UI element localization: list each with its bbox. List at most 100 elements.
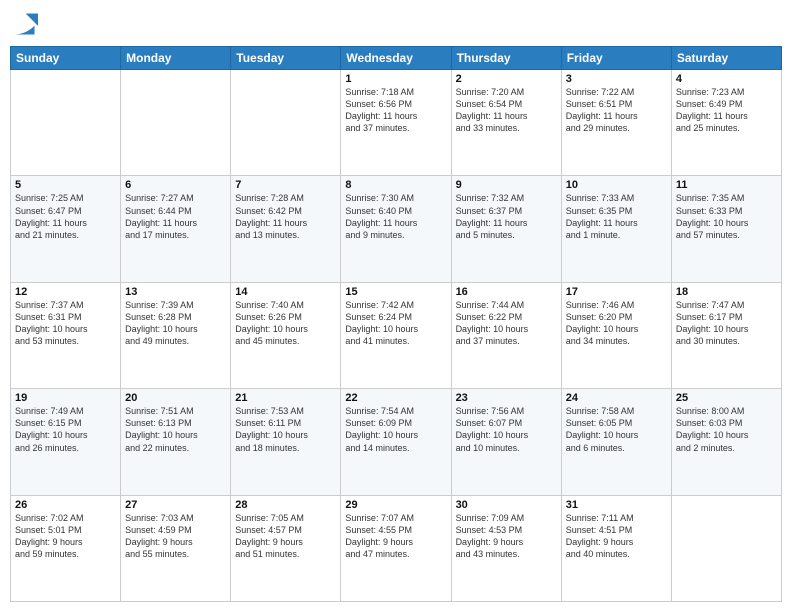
weekday-header-thursday: Thursday <box>451 47 561 70</box>
calendar-cell: 26Sunrise: 7:02 AM Sunset: 5:01 PM Dayli… <box>11 495 121 601</box>
day-number: 28 <box>235 499 336 511</box>
day-info: Sunrise: 7:56 AM Sunset: 6:07 PM Dayligh… <box>456 405 557 454</box>
day-info: Sunrise: 7:49 AM Sunset: 6:15 PM Dayligh… <box>15 405 116 454</box>
day-number: 26 <box>15 499 116 511</box>
day-number: 5 <box>15 179 116 191</box>
calendar-cell: 19Sunrise: 7:49 AM Sunset: 6:15 PM Dayli… <box>11 389 121 495</box>
day-info: Sunrise: 7:11 AM Sunset: 4:51 PM Dayligh… <box>566 512 667 561</box>
day-number: 14 <box>235 286 336 298</box>
day-number: 17 <box>566 286 667 298</box>
day-info: Sunrise: 7:03 AM Sunset: 4:59 PM Dayligh… <box>125 512 226 561</box>
day-number: 8 <box>345 179 446 191</box>
calendar-cell: 29Sunrise: 7:07 AM Sunset: 4:55 PM Dayli… <box>341 495 451 601</box>
day-info: Sunrise: 7:39 AM Sunset: 6:28 PM Dayligh… <box>125 299 226 348</box>
calendar-cell: 18Sunrise: 7:47 AM Sunset: 6:17 PM Dayli… <box>671 282 781 388</box>
day-number: 20 <box>125 392 226 404</box>
day-info: Sunrise: 7:23 AM Sunset: 6:49 PM Dayligh… <box>676 86 777 135</box>
day-info: Sunrise: 8:00 AM Sunset: 6:03 PM Dayligh… <box>676 405 777 454</box>
calendar-cell: 24Sunrise: 7:58 AM Sunset: 6:05 PM Dayli… <box>561 389 671 495</box>
day-number: 24 <box>566 392 667 404</box>
weekday-header-wednesday: Wednesday <box>341 47 451 70</box>
calendar-week-row: 12Sunrise: 7:37 AM Sunset: 6:31 PM Dayli… <box>11 282 782 388</box>
day-number: 2 <box>456 73 557 85</box>
calendar-cell: 13Sunrise: 7:39 AM Sunset: 6:28 PM Dayli… <box>121 282 231 388</box>
day-number: 29 <box>345 499 446 511</box>
calendar-table: SundayMondayTuesdayWednesdayThursdayFrid… <box>10 46 782 602</box>
calendar-cell <box>671 495 781 601</box>
day-info: Sunrise: 7:58 AM Sunset: 6:05 PM Dayligh… <box>566 405 667 454</box>
calendar-cell: 2Sunrise: 7:20 AM Sunset: 6:54 PM Daylig… <box>451 70 561 176</box>
day-number: 18 <box>676 286 777 298</box>
day-number: 15 <box>345 286 446 298</box>
logo-icon <box>10 10 38 38</box>
day-number: 12 <box>15 286 116 298</box>
calendar-cell: 6Sunrise: 7:27 AM Sunset: 6:44 PM Daylig… <box>121 176 231 282</box>
calendar-week-row: 19Sunrise: 7:49 AM Sunset: 6:15 PM Dayli… <box>11 389 782 495</box>
day-info: Sunrise: 7:37 AM Sunset: 6:31 PM Dayligh… <box>15 299 116 348</box>
calendar-week-row: 26Sunrise: 7:02 AM Sunset: 5:01 PM Dayli… <box>11 495 782 601</box>
calendar-cell <box>11 70 121 176</box>
calendar-week-row: 1Sunrise: 7:18 AM Sunset: 6:56 PM Daylig… <box>11 70 782 176</box>
calendar-cell: 28Sunrise: 7:05 AM Sunset: 4:57 PM Dayli… <box>231 495 341 601</box>
day-number: 11 <box>676 179 777 191</box>
calendar-cell: 11Sunrise: 7:35 AM Sunset: 6:33 PM Dayli… <box>671 176 781 282</box>
day-info: Sunrise: 7:09 AM Sunset: 4:53 PM Dayligh… <box>456 512 557 561</box>
weekday-header-friday: Friday <box>561 47 671 70</box>
day-info: Sunrise: 7:51 AM Sunset: 6:13 PM Dayligh… <box>125 405 226 454</box>
day-info: Sunrise: 7:30 AM Sunset: 6:40 PM Dayligh… <box>345 192 446 241</box>
weekday-header-sunday: Sunday <box>11 47 121 70</box>
calendar-cell: 7Sunrise: 7:28 AM Sunset: 6:42 PM Daylig… <box>231 176 341 282</box>
page: SundayMondayTuesdayWednesdayThursdayFrid… <box>0 0 792 612</box>
day-info: Sunrise: 7:02 AM Sunset: 5:01 PM Dayligh… <box>15 512 116 561</box>
calendar-week-row: 5Sunrise: 7:25 AM Sunset: 6:47 PM Daylig… <box>11 176 782 282</box>
calendar-cell: 25Sunrise: 8:00 AM Sunset: 6:03 PM Dayli… <box>671 389 781 495</box>
calendar-cell: 30Sunrise: 7:09 AM Sunset: 4:53 PM Dayli… <box>451 495 561 601</box>
day-info: Sunrise: 7:20 AM Sunset: 6:54 PM Dayligh… <box>456 86 557 135</box>
calendar-cell: 27Sunrise: 7:03 AM Sunset: 4:59 PM Dayli… <box>121 495 231 601</box>
day-number: 21 <box>235 392 336 404</box>
day-info: Sunrise: 7:40 AM Sunset: 6:26 PM Dayligh… <box>235 299 336 348</box>
calendar-cell: 23Sunrise: 7:56 AM Sunset: 6:07 PM Dayli… <box>451 389 561 495</box>
day-number: 27 <box>125 499 226 511</box>
day-number: 1 <box>345 73 446 85</box>
day-number: 4 <box>676 73 777 85</box>
day-number: 22 <box>345 392 446 404</box>
calendar-cell: 1Sunrise: 7:18 AM Sunset: 6:56 PM Daylig… <box>341 70 451 176</box>
day-number: 23 <box>456 392 557 404</box>
day-info: Sunrise: 7:22 AM Sunset: 6:51 PM Dayligh… <box>566 86 667 135</box>
weekday-header-monday: Monday <box>121 47 231 70</box>
day-info: Sunrise: 7:53 AM Sunset: 6:11 PM Dayligh… <box>235 405 336 454</box>
day-info: Sunrise: 7:25 AM Sunset: 6:47 PM Dayligh… <box>15 192 116 241</box>
day-number: 3 <box>566 73 667 85</box>
header <box>10 10 782 38</box>
day-number: 16 <box>456 286 557 298</box>
day-info: Sunrise: 7:35 AM Sunset: 6:33 PM Dayligh… <box>676 192 777 241</box>
day-info: Sunrise: 7:46 AM Sunset: 6:20 PM Dayligh… <box>566 299 667 348</box>
day-number: 31 <box>566 499 667 511</box>
day-number: 25 <box>676 392 777 404</box>
weekday-header-row: SundayMondayTuesdayWednesdayThursdayFrid… <box>11 47 782 70</box>
calendar-cell <box>231 70 341 176</box>
calendar-cell: 5Sunrise: 7:25 AM Sunset: 6:47 PM Daylig… <box>11 176 121 282</box>
calendar-cell: 20Sunrise: 7:51 AM Sunset: 6:13 PM Dayli… <box>121 389 231 495</box>
day-number: 6 <box>125 179 226 191</box>
day-info: Sunrise: 7:42 AM Sunset: 6:24 PM Dayligh… <box>345 299 446 348</box>
day-number: 30 <box>456 499 557 511</box>
day-number: 9 <box>456 179 557 191</box>
calendar-cell: 9Sunrise: 7:32 AM Sunset: 6:37 PM Daylig… <box>451 176 561 282</box>
day-info: Sunrise: 7:05 AM Sunset: 4:57 PM Dayligh… <box>235 512 336 561</box>
calendar-cell: 10Sunrise: 7:33 AM Sunset: 6:35 PM Dayli… <box>561 176 671 282</box>
day-number: 7 <box>235 179 336 191</box>
calendar-cell: 16Sunrise: 7:44 AM Sunset: 6:22 PM Dayli… <box>451 282 561 388</box>
calendar-cell: 14Sunrise: 7:40 AM Sunset: 6:26 PM Dayli… <box>231 282 341 388</box>
day-info: Sunrise: 7:18 AM Sunset: 6:56 PM Dayligh… <box>345 86 446 135</box>
calendar-cell: 31Sunrise: 7:11 AM Sunset: 4:51 PM Dayli… <box>561 495 671 601</box>
calendar-cell: 12Sunrise: 7:37 AM Sunset: 6:31 PM Dayli… <box>11 282 121 388</box>
day-info: Sunrise: 7:33 AM Sunset: 6:35 PM Dayligh… <box>566 192 667 241</box>
day-info: Sunrise: 7:07 AM Sunset: 4:55 PM Dayligh… <box>345 512 446 561</box>
calendar-cell: 3Sunrise: 7:22 AM Sunset: 6:51 PM Daylig… <box>561 70 671 176</box>
day-info: Sunrise: 7:44 AM Sunset: 6:22 PM Dayligh… <box>456 299 557 348</box>
logo <box>10 10 40 38</box>
calendar-cell: 21Sunrise: 7:53 AM Sunset: 6:11 PM Dayli… <box>231 389 341 495</box>
day-number: 19 <box>15 392 116 404</box>
